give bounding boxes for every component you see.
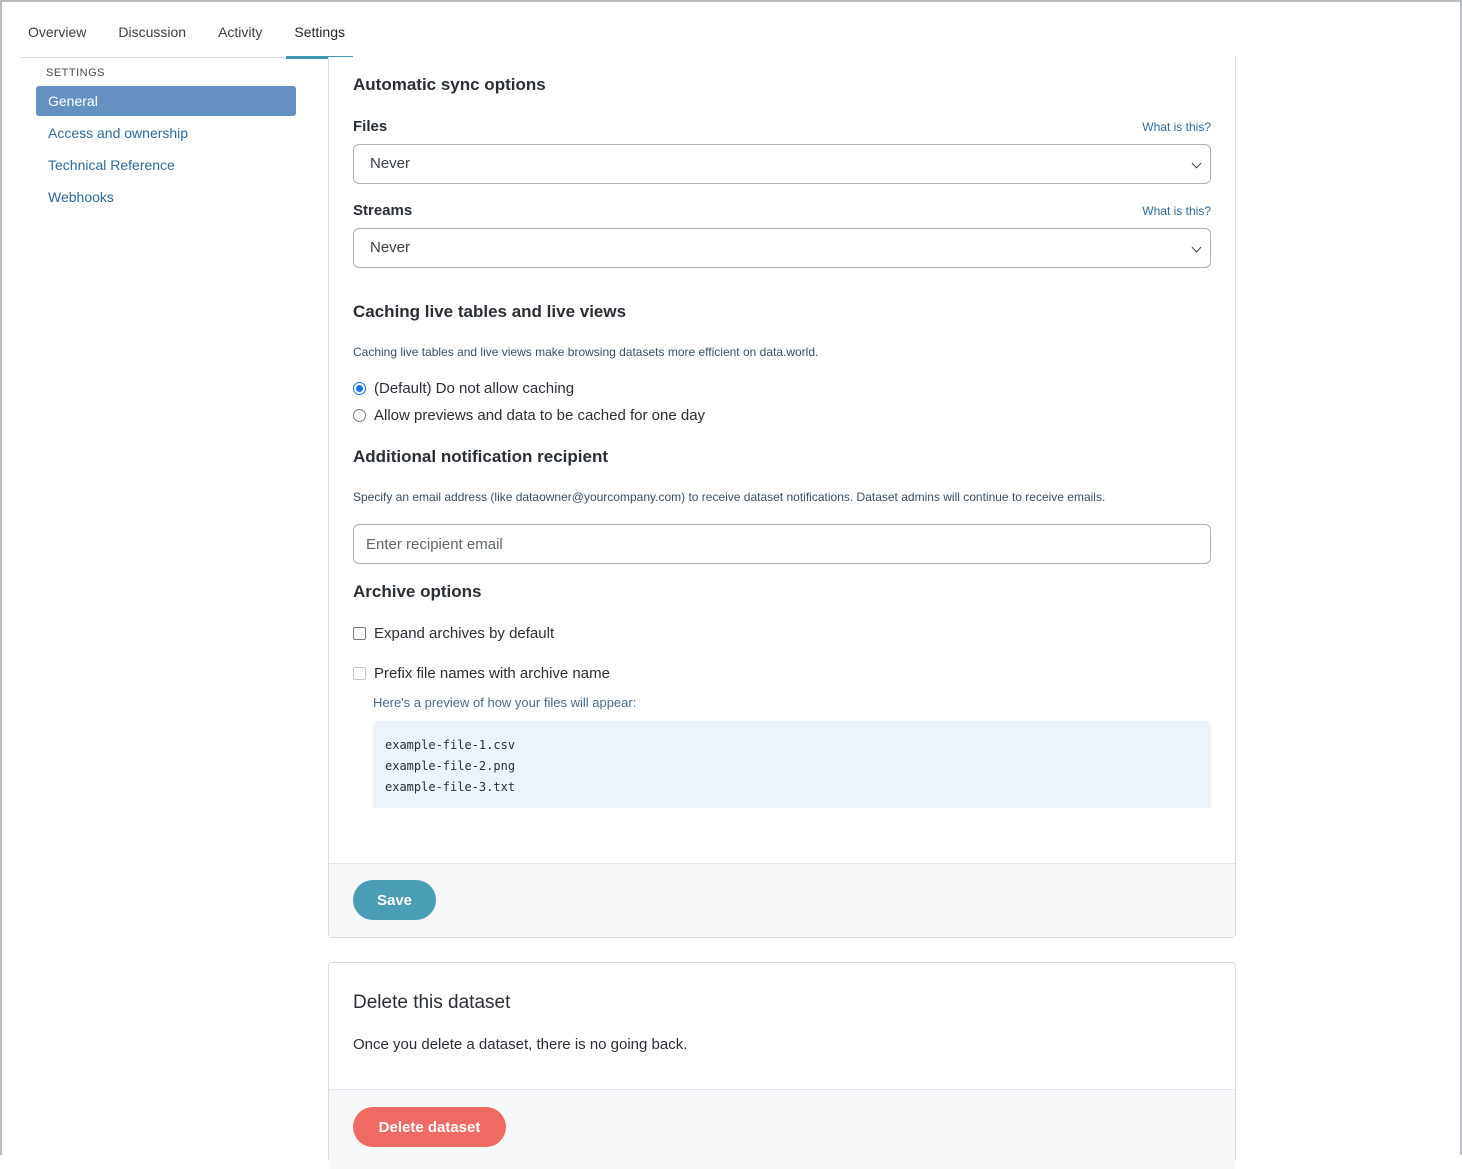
caching-description: Caching live tables and live views make …	[353, 345, 819, 359]
chevron-down-icon	[1191, 158, 1202, 169]
checkbox-icon[interactable]	[353, 627, 366, 640]
sidebar-item-technical-reference[interactable]: Technical Reference	[36, 150, 296, 180]
preview-caption: Here's a preview of how your files will …	[373, 695, 637, 710]
settings-sidebar: SETTINGS General Access and ownership Te…	[36, 64, 296, 212]
tab-settings[interactable]: Settings	[286, 14, 353, 59]
sidebar-item-general[interactable]: General	[36, 86, 296, 116]
caching-option-default[interactable]: (Default) Do not allow caching	[353, 380, 574, 397]
streams-help-link[interactable]: What is this?	[1142, 204, 1211, 218]
tab-bar: Overview Discussion Activity Settings	[20, 14, 1236, 59]
streams-sync-select[interactable]: Never	[353, 228, 1211, 268]
delete-dataset-button[interactable]: Delete dataset	[353, 1107, 506, 1147]
tab-discussion[interactable]: Discussion	[110, 14, 194, 58]
files-sync-value: Never	[370, 155, 411, 172]
sidebar-heading: SETTINGS	[46, 67, 106, 79]
preview-file-item: example-file-3.txt	[385, 780, 516, 794]
preview-file-item: example-file-2.png	[385, 759, 516, 773]
streams-sync-value: Never	[370, 239, 411, 256]
delete-description: Once you delete a dataset, there is no g…	[353, 1036, 688, 1053]
sidebar-item-webhooks[interactable]: Webhooks	[36, 182, 296, 212]
caching-option-default-label: (Default) Do not allow caching	[374, 380, 575, 397]
delete-dataset-card: Delete this dataset Once you delete a da…	[328, 962, 1236, 1169]
general-settings-card: Automatic sync options Files What is thi…	[328, 57, 1236, 938]
delete-section-title: Delete this dataset	[353, 992, 511, 1013]
recipient-email-input[interactable]	[353, 524, 1211, 564]
save-button[interactable]: Save	[353, 880, 436, 920]
tab-activity[interactable]: Activity	[210, 14, 270, 58]
settings-card-footer: Save	[329, 863, 1235, 937]
file-preview-box: example-file-1.csv example-file-2.png ex…	[373, 721, 1211, 808]
prefix-filenames-label: Prefix file names with archive name	[374, 665, 610, 682]
streams-label: Streams	[353, 202, 413, 219]
preview-file-item: example-file-1.csv	[385, 738, 516, 752]
sync-section-title: Automatic sync options	[353, 75, 546, 94]
notification-section-title: Additional notification recipient	[353, 447, 608, 466]
expand-archives-label: Expand archives by default	[374, 625, 555, 642]
caching-section-title: Caching live tables and live views	[353, 302, 627, 321]
archive-section-title: Archive options	[353, 582, 482, 601]
files-help-link[interactable]: What is this?	[1142, 120, 1211, 134]
chevron-down-icon	[1191, 242, 1202, 253]
files-label: Files	[353, 118, 388, 135]
notification-description: Specify an email address (like dataowner…	[353, 490, 1106, 504]
prefix-filenames-option[interactable]: Prefix file names with archive name	[353, 665, 610, 682]
expand-archives-option[interactable]: Expand archives by default	[353, 625, 554, 642]
caching-option-allow[interactable]: Allow previews and data to be cached for…	[353, 407, 705, 424]
files-sync-select[interactable]: Never	[353, 144, 1211, 184]
tab-overview[interactable]: Overview	[20, 14, 94, 58]
checkbox-icon[interactable]	[353, 667, 366, 680]
delete-card-footer: Delete dataset	[329, 1089, 1235, 1169]
radio-selected-icon[interactable]	[353, 382, 366, 395]
sidebar-item-access-ownership[interactable]: Access and ownership	[36, 118, 296, 148]
caching-option-allow-label: Allow previews and data to be cached for…	[374, 407, 706, 424]
radio-unselected-icon[interactable]	[353, 409, 366, 422]
